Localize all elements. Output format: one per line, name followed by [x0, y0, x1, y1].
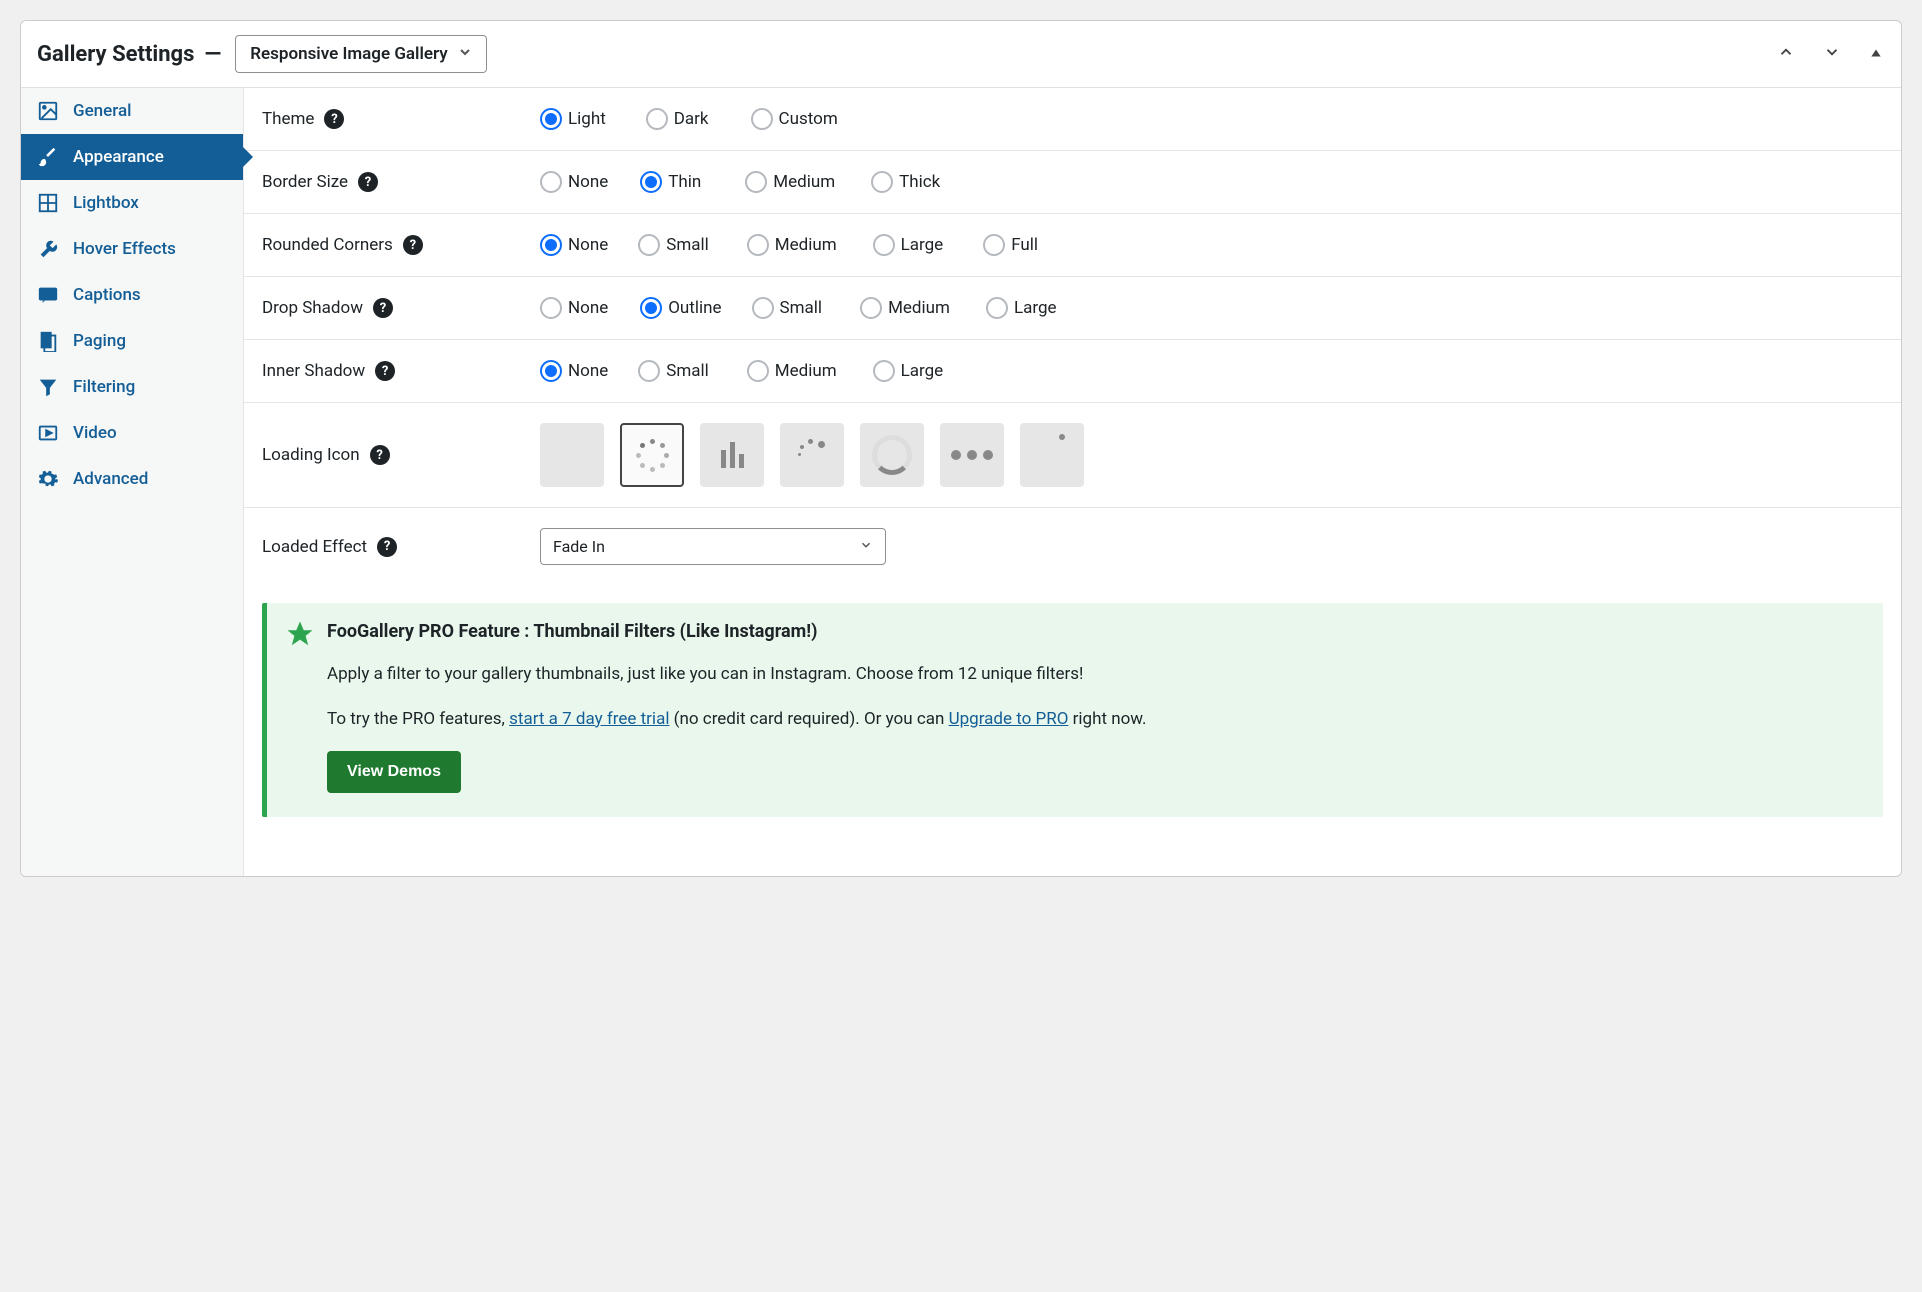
loading-icon-none[interactable]: [540, 423, 604, 487]
pro-feature-promo: FooGallery PRO Feature : Thumbnail Filte…: [262, 603, 1883, 817]
wrench-icon: [37, 238, 59, 260]
loaded-effect-select[interactable]: Fade In: [540, 528, 886, 565]
radio-drop-medium[interactable]: Medium: [860, 297, 950, 319]
help-icon[interactable]: ?: [370, 445, 390, 465]
radio-rounded-large[interactable]: Large: [873, 234, 944, 256]
row-label: Inner Shadow: [262, 361, 365, 381]
row-label: Loaded Effect: [262, 537, 367, 557]
collapse-up-icon[interactable]: [1869, 45, 1883, 64]
row-loading-icon: Loading Icon ?: [244, 403, 1901, 508]
sidebar-item-label: Lightbox: [73, 193, 139, 213]
help-icon[interactable]: ?: [403, 235, 423, 255]
radio-border-none[interactable]: None: [540, 171, 608, 193]
chevron-down-icon: [457, 44, 473, 64]
panel-title: Gallery Settings: [37, 42, 194, 67]
loading-icon-dots[interactable]: [940, 423, 1004, 487]
row-label: Theme: [262, 109, 314, 129]
sidebar-item-video[interactable]: Video: [21, 410, 243, 456]
start-trial-link[interactable]: start a 7 day free trial: [509, 709, 669, 729]
promo-trial-text: To try the PRO features, start a 7 day f…: [327, 707, 1861, 732]
radio-theme-dark[interactable]: Dark: [646, 108, 709, 130]
image-icon: [37, 100, 59, 122]
sidebar-item-label: Paging: [73, 331, 126, 351]
panel-header: Gallery Settings — Responsive Image Gall…: [21, 21, 1901, 88]
sidebar-item-general[interactable]: General: [21, 88, 243, 134]
sidebar-item-label: Appearance: [73, 147, 164, 167]
sidebar-item-label: Captions: [73, 285, 141, 305]
sidebar-item-label: Advanced: [73, 469, 148, 489]
gallery-settings-panel: Gallery Settings — Responsive Image Gall…: [20, 20, 1902, 877]
caption-icon: [37, 284, 59, 306]
sidebar-item-label: Hover Effects: [73, 239, 176, 259]
sidebar-item-paging[interactable]: Paging: [21, 318, 243, 364]
loaded-effect-value: Fade In: [553, 537, 605, 556]
video-icon: [37, 422, 59, 444]
row-theme: Theme ? Light Dark Custom: [244, 88, 1901, 151]
row-label: Rounded Corners: [262, 235, 393, 255]
radio-inner-large[interactable]: Large: [873, 360, 944, 382]
help-icon[interactable]: ?: [375, 361, 395, 381]
radio-drop-none[interactable]: None: [540, 297, 608, 319]
preset-select[interactable]: Responsive Image Gallery: [235, 35, 487, 73]
radio-drop-outline[interactable]: Outline: [640, 297, 721, 319]
radio-rounded-full[interactable]: Full: [983, 234, 1038, 256]
loading-icon-bars[interactable]: [700, 423, 764, 487]
move-up-icon[interactable]: [1777, 43, 1795, 65]
loading-icon-spinner[interactable]: [620, 423, 684, 487]
sidebar-item-captions[interactable]: Captions: [21, 272, 243, 318]
radio-theme-custom[interactable]: Custom: [751, 108, 838, 130]
row-inner-shadow: Inner Shadow ? None Small Medium Large: [244, 340, 1901, 403]
radio-inner-medium[interactable]: Medium: [747, 360, 837, 382]
sidebar-item-appearance[interactable]: Appearance: [21, 134, 243, 180]
loading-icon-ring[interactable]: [860, 423, 924, 487]
radio-border-thick[interactable]: Thick: [871, 171, 940, 193]
loading-icon-pulse[interactable]: [1020, 423, 1084, 487]
help-icon[interactable]: ?: [358, 172, 378, 192]
view-demos-button[interactable]: View Demos: [327, 751, 461, 793]
sidebar-item-lightbox[interactable]: Lightbox: [21, 180, 243, 226]
star-icon: [285, 619, 315, 653]
loading-icon-trail[interactable]: [780, 423, 844, 487]
radio-drop-large[interactable]: Large: [986, 297, 1057, 319]
move-down-icon[interactable]: [1823, 43, 1841, 65]
row-loaded-effect: Loaded Effect ? Fade In: [244, 508, 1901, 585]
collapse-toggle[interactable]: —: [204, 42, 221, 67]
radio-inner-small[interactable]: Small: [638, 360, 709, 382]
radio-rounded-none[interactable]: None: [540, 234, 608, 256]
radio-drop-small[interactable]: Small: [752, 297, 823, 319]
page-icon: [37, 330, 59, 352]
preset-select-value: Responsive Image Gallery: [250, 44, 448, 64]
radio-rounded-small[interactable]: Small: [638, 234, 709, 256]
sidebar-item-label: General: [73, 101, 131, 121]
settings-content: Theme ? Light Dark Custom Border Size ? …: [244, 88, 1901, 876]
promo-title: FooGallery PRO Feature : Thumbnail Filte…: [327, 621, 1861, 642]
gear-icon: [37, 468, 59, 490]
promo-description: Apply a filter to your gallery thumbnail…: [327, 662, 1861, 687]
sidebar-item-advanced[interactable]: Advanced: [21, 456, 243, 502]
help-icon[interactable]: ?: [377, 537, 397, 557]
settings-sidebar: General Appearance Lightbox Hover Effect…: [21, 88, 244, 876]
help-icon[interactable]: ?: [373, 298, 393, 318]
grid-icon: [37, 192, 59, 214]
row-label: Loading Icon: [262, 445, 360, 465]
sidebar-item-label: Video: [73, 423, 117, 443]
row-label: Border Size: [262, 172, 348, 192]
radio-border-thin[interactable]: Thin: [640, 171, 701, 193]
sidebar-item-label: Filtering: [73, 377, 135, 397]
row-drop-shadow: Drop Shadow ? None Outline Small Medium …: [244, 277, 1901, 340]
row-border-size: Border Size ? None Thin Medium Thick: [244, 151, 1901, 214]
radio-theme-light[interactable]: Light: [540, 108, 606, 130]
radio-border-medium[interactable]: Medium: [745, 171, 835, 193]
brush-icon: [37, 146, 59, 168]
sidebar-item-filtering[interactable]: Filtering: [21, 364, 243, 410]
upgrade-pro-link[interactable]: Upgrade to PRO: [949, 709, 1069, 729]
radio-rounded-medium[interactable]: Medium: [747, 234, 837, 256]
row-label: Drop Shadow: [262, 298, 363, 318]
filter-icon: [37, 376, 59, 398]
radio-inner-none[interactable]: None: [540, 360, 608, 382]
chevron-down-icon: [859, 537, 873, 556]
sidebar-item-hover[interactable]: Hover Effects: [21, 226, 243, 272]
help-icon[interactable]: ?: [324, 109, 344, 129]
row-rounded-corners: Rounded Corners ? None Small Medium Larg…: [244, 214, 1901, 277]
